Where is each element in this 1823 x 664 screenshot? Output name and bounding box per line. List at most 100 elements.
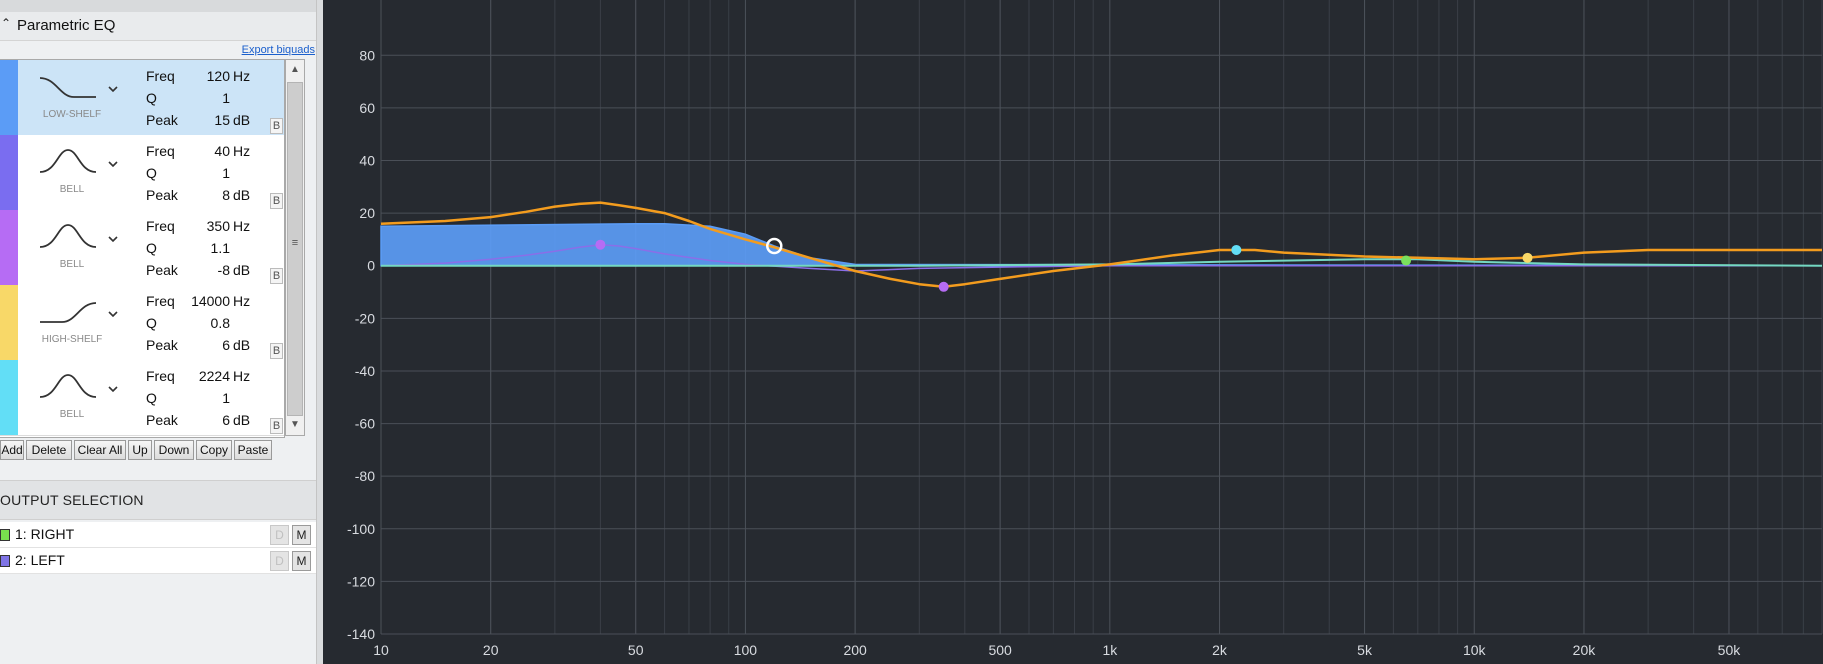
x-tick-label: 20k (1573, 642, 1597, 658)
peak-unit: dB (233, 112, 251, 128)
high-shelf-curve-icon (40, 302, 97, 323)
freq-unit: Hz (233, 368, 251, 384)
filter-type-label: LOW-SHELF (42, 109, 102, 120)
q-value[interactable]: 1.1 (150, 240, 230, 256)
scroll-up-arrow-icon[interactable]: ▲ (286, 60, 304, 80)
y-tick-label: -140 (347, 626, 375, 642)
up-button[interactable]: Up (128, 440, 152, 460)
filter-list: LOW-SHELF Freq 120 Hz Q 1 Peak 15 dB B B… (0, 59, 285, 438)
export-biquads-link[interactable]: Export biquads (242, 44, 315, 56)
peak-unit: dB (233, 412, 251, 428)
freq-unit: Hz (233, 218, 251, 234)
y-tick-label: -20 (355, 310, 375, 326)
copy-button[interactable]: Copy (196, 440, 232, 460)
chevron-down-icon[interactable] (106, 82, 120, 96)
channel-color-swatch (0, 555, 10, 567)
peak-value[interactable]: 6 (150, 337, 230, 353)
bell-curve-icon (39, 149, 97, 173)
filter-row[interactable]: BELL Freq 40 Hz Q 1 Peak 8 dB B (0, 135, 284, 211)
channel-label: 1: RIGHT (15, 526, 75, 542)
q-value[interactable]: 1 (150, 90, 230, 106)
scrollbar-thumb[interactable]: ≡ (287, 82, 303, 416)
peak-value[interactable]: 8 (150, 187, 230, 203)
left-panel: ⌃ Parametric EQ Export biquads LOW-SHELF… (0, 0, 322, 664)
eq-section-header[interactable]: ⌃ Parametric EQ (0, 12, 316, 41)
paste-button[interactable]: Paste (234, 440, 272, 460)
y-tick-label: 40 (359, 153, 375, 169)
filter-handle[interactable] (595, 239, 606, 250)
disable-button[interactable]: D (270, 551, 289, 571)
chevron-down-icon[interactable] (106, 307, 120, 321)
add-button[interactable]: Add (0, 440, 24, 460)
x-tick-label: 10k (1463, 642, 1487, 658)
peak-value[interactable]: 6 (150, 412, 230, 428)
clear-all-button[interactable]: Clear All (74, 440, 126, 460)
peak-unit: dB (233, 337, 251, 353)
delete-button[interactable]: Delete (26, 440, 72, 460)
freq-value[interactable]: 40 (150, 143, 230, 159)
peak-unit: dB (233, 187, 251, 203)
freq-unit: Hz (233, 143, 251, 159)
x-tick-label: 50 (628, 642, 644, 658)
mute-button[interactable]: M (292, 551, 311, 571)
y-tick-label: 60 (359, 100, 375, 116)
y-tick-label: -80 (355, 468, 375, 484)
chevron-down-icon[interactable] (106, 232, 120, 246)
chevron-down-icon[interactable] (106, 382, 120, 396)
channel-color-swatch (0, 529, 10, 541)
freq-value[interactable]: 2224 (150, 368, 230, 384)
filter-color-bar (0, 210, 18, 285)
output-channel-row[interactable]: 1: RIGHT D M (0, 522, 316, 548)
bypass-button[interactable]: B (270, 268, 283, 284)
peak-value[interactable]: -8 (150, 262, 230, 278)
y-tick-label: -120 (347, 573, 375, 589)
output-selection-title: OUTPUT SELECTION (0, 492, 144, 508)
filter-list-scrollbar[interactable]: ▲ ≡ ▼ (285, 59, 305, 436)
frequency-response-chart[interactable]: 806040200-20-40-60-80-100-120-14010 20 50 1… (323, 0, 1823, 664)
bell-curve-icon (39, 374, 97, 398)
y-tick-label: -100 (347, 521, 375, 537)
filter-row[interactable]: BELL Freq 2224 Hz Q 1 Peak 6 dB B (0, 360, 284, 436)
filter-handle[interactable] (1401, 255, 1412, 266)
chevron-up-icon[interactable]: ⌃ (1, 16, 11, 30)
q-value[interactable]: 1 (150, 390, 230, 406)
filter-type-label: HIGH-SHELF (41, 334, 103, 345)
filter-row[interactable]: HIGH-SHELF Freq 14000 Hz Q 0.8 Peak 6 dB… (0, 285, 284, 361)
q-value[interactable]: 0.8 (150, 315, 230, 331)
down-button[interactable]: Down (154, 440, 194, 460)
filter-color-bar (0, 360, 18, 435)
x-tick-label: 100 (734, 642, 758, 658)
filter-type-label: BELL (59, 409, 85, 420)
freq-value[interactable]: 350 (150, 218, 230, 234)
x-tick-label: 500 (988, 642, 1012, 658)
bypass-button[interactable]: B (270, 418, 283, 434)
y-tick-label: 0 (367, 258, 375, 274)
filter-row[interactable]: BELL Freq 350 Hz Q 1.1 Peak -8 dB B (0, 210, 284, 286)
peak-value[interactable]: 15 (150, 112, 230, 128)
x-tick-label: 200 (843, 642, 867, 658)
filter-type-label: BELL (59, 259, 85, 270)
eq-response-graph[interactable]: 80 60 40 20 0 -20 -40 -60 -80 -100 -120 -140 10 20 50 1… (323, 0, 1823, 664)
scroll-down-arrow-icon[interactable]: ▼ (286, 415, 304, 435)
x-tick-label: 10 (373, 642, 389, 658)
q-value[interactable]: 1 (150, 165, 230, 181)
bypass-button[interactable]: B (270, 118, 283, 134)
disable-button[interactable]: D (270, 525, 289, 545)
bypass-button[interactable]: B (270, 193, 283, 209)
filter-row[interactable]: LOW-SHELF Freq 120 Hz Q 1 Peak 15 dB B (0, 60, 284, 136)
filter-handle[interactable] (1231, 244, 1242, 255)
filter-handle[interactable] (938, 281, 949, 292)
output-channel-row[interactable]: 2: LEFT D M (0, 548, 316, 574)
eq-section-title: Parametric EQ (17, 17, 116, 34)
low-shelf-curve-icon (39, 77, 96, 98)
y-tick-label: -60 (355, 416, 375, 432)
x-tick-label: 1k (1102, 642, 1118, 658)
freq-value[interactable]: 14000 (150, 293, 230, 309)
filter-handle[interactable] (1522, 252, 1533, 263)
filter-color-bar (0, 285, 18, 360)
mute-button[interactable]: M (292, 525, 311, 545)
chevron-down-icon[interactable] (106, 157, 120, 171)
x-tick-label: 20 (483, 642, 499, 658)
bypass-button[interactable]: B (270, 343, 283, 359)
freq-value[interactable]: 120 (150, 68, 230, 84)
